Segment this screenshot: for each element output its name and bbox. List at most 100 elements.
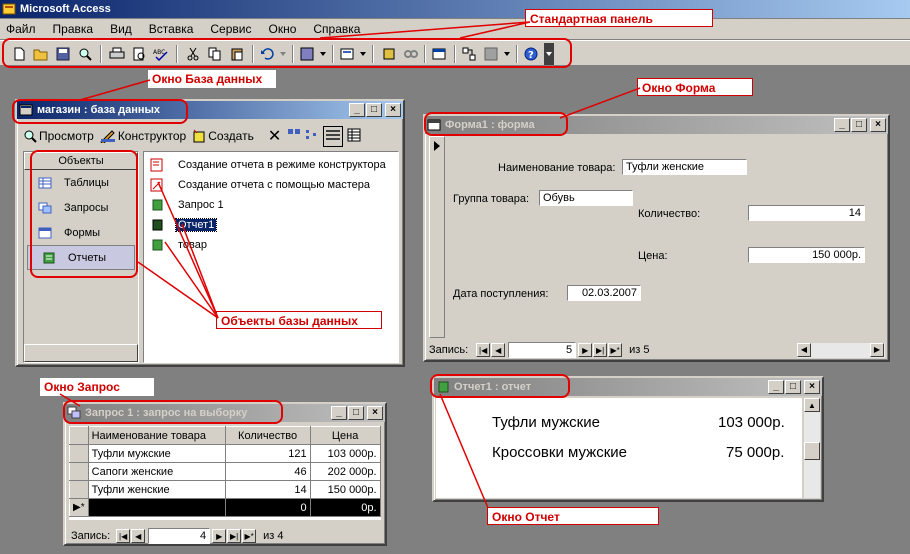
delete-icon[interactable]: ✕ <box>268 126 281 146</box>
table-cell[interactable]: 14 <box>224 480 311 499</box>
close-button[interactable]: × <box>870 118 886 132</box>
report-page: Туфли мужские 103 000р. Кроссовки мужски… <box>436 398 802 498</box>
list-item[interactable]: товар <box>150 235 392 255</box>
design-button[interactable]: Конструктор <box>100 129 186 143</box>
report-design-icon <box>150 158 163 172</box>
groups-bar[interactable] <box>24 344 138 362</box>
minimize-button[interactable]: _ <box>331 406 347 420</box>
scroll-right-icon[interactable]: ▶ <box>870 342 884 357</box>
name-field[interactable]: Туфли женские <box>622 159 747 175</box>
menu-insert[interactable]: Вставка <box>149 22 194 36</box>
small-icons-icon[interactable] <box>305 128 319 145</box>
row-selector[interactable] <box>69 462 89 481</box>
list-view-icon[interactable] <box>323 125 344 147</box>
maximize-button[interactable]: □ <box>851 118 867 132</box>
query-table: Наименование товара Количество Цена Туфл… <box>69 426 381 517</box>
table-cell[interactable] <box>87 498 226 517</box>
details-view-icon[interactable] <box>347 128 361 145</box>
table-cell[interactable]: 103 000р. <box>309 444 381 463</box>
item-label: Отчет1 <box>174 218 218 232</box>
new-record-button[interactable]: ▶* <box>608 343 623 357</box>
minimize-button[interactable]: _ <box>768 380 784 394</box>
prev-record-button[interactable]: ◀ <box>491 343 506 357</box>
query-title-highlight <box>63 400 283 424</box>
scroll-left-icon[interactable]: ◀ <box>797 342 811 357</box>
table-cell[interactable]: Туфли мужские <box>87 444 226 463</box>
table-row[interactable]: Сапоги женские 46 202 000р. <box>69 462 381 481</box>
view-button[interactable]: Просмотр <box>23 129 94 143</box>
column-header[interactable]: Количество <box>224 426 311 445</box>
group-field[interactable]: Обувь <box>539 190 633 206</box>
menu-window[interactable]: Окно <box>268 22 296 36</box>
table-cell[interactable]: 46 <box>224 462 311 481</box>
form-nav-bar: Запись: |◀ ◀ 5 ▶ ▶| ▶* из 5 ◀ ▶ <box>429 342 885 358</box>
minimize-button[interactable]: _ <box>834 118 850 132</box>
new-row[interactable]: ▶* 0 0р. <box>69 498 381 517</box>
vertical-scrollbar[interactable]: ▲ <box>804 398 820 498</box>
design-label: Конструктор <box>117 129 187 143</box>
nav-label: Запись: <box>429 344 469 356</box>
list-item[interactable]: Создание отчета с помощью мастера <box>150 175 392 195</box>
table-cell[interactable]: Сапоги женские <box>87 462 226 481</box>
menu-help[interactable]: Справка <box>313 22 360 36</box>
maximize-button[interactable]: □ <box>785 380 801 394</box>
list-item-selected[interactable]: Отчет1 <box>150 215 392 235</box>
first-record-button[interactable]: |◀ <box>116 529 131 543</box>
last-record-button[interactable]: ▶| <box>227 529 242 543</box>
corner-selector[interactable] <box>69 426 89 445</box>
menu-edit[interactable]: Правка <box>53 22 94 36</box>
report-wizard-icon <box>150 178 163 192</box>
table-cell[interactable]: 121 <box>224 444 311 463</box>
menu-tools[interactable]: Сервис <box>210 22 251 36</box>
menu-view[interactable]: Вид <box>110 22 132 36</box>
record-number-field[interactable]: 4 <box>148 528 211 544</box>
list-item[interactable]: Запрос 1 <box>150 195 392 215</box>
table-cell[interactable]: 0р. <box>309 498 381 517</box>
annotation-standard-panel: Стандартная панель <box>525 9 713 27</box>
create-button[interactable]: Создать <box>192 129 254 143</box>
close-button[interactable]: × <box>804 380 820 394</box>
list-item[interactable]: Создание отчета в режиме конструктора <box>150 155 392 175</box>
annotation-query-window: Окно Запрос <box>40 378 154 396</box>
table-cell[interactable]: 150 000р. <box>309 480 381 499</box>
large-icons-icon[interactable] <box>287 128 301 145</box>
scroll-up-icon[interactable]: ▲ <box>804 398 820 412</box>
app-title: Microsoft Access <box>20 3 111 15</box>
close-button[interactable]: × <box>367 406 383 420</box>
row-selector[interactable] <box>69 480 89 499</box>
table-row[interactable]: Туфли женские 14 150 000р. <box>69 480 381 499</box>
new-record-button[interactable]: ▶* <box>242 529 257 543</box>
db-window-title-highlight <box>12 99 188 124</box>
maximize-button[interactable]: □ <box>348 406 364 420</box>
qty-field[interactable]: 14 <box>748 205 865 221</box>
standard-panel-highlight <box>2 38 572 68</box>
scroll-thumb[interactable] <box>804 442 820 460</box>
maximize-button[interactable]: □ <box>366 103 382 117</box>
last-record-button[interactable]: ▶| <box>593 343 608 357</box>
column-header[interactable]: Цена <box>309 426 381 445</box>
item-label: товар <box>178 239 207 251</box>
record-number-field[interactable]: 5 <box>508 342 577 358</box>
report-icon <box>152 239 163 251</box>
menu-file[interactable]: Файл <box>6 22 36 36</box>
create-label: Создать <box>208 129 254 143</box>
record-selector[interactable] <box>429 136 445 338</box>
close-button[interactable]: × <box>385 103 401 117</box>
nav-total: из 4 <box>263 530 284 542</box>
table-cell[interactable]: 0 <box>224 498 311 517</box>
date-field[interactable]: 02.03.2007 <box>567 285 641 301</box>
first-record-button[interactable]: |◀ <box>476 343 491 357</box>
table-cell[interactable]: 202 000р. <box>309 462 381 481</box>
prev-record-button[interactable]: ◀ <box>131 529 146 543</box>
price-field[interactable]: 150 000р. <box>748 247 865 263</box>
table-row[interactable]: Туфли мужские 121 103 000р. <box>69 444 381 463</box>
minimize-button[interactable]: _ <box>349 103 365 117</box>
horizontal-scrollbar[interactable]: ◀ ▶ <box>797 342 885 358</box>
table-cell[interactable]: Туфли женские <box>87 480 226 499</box>
next-record-button[interactable]: ▶ <box>212 529 227 543</box>
row-selector[interactable] <box>69 444 89 463</box>
new-row-selector[interactable]: ▶* <box>69 498 89 517</box>
report-line-price: 103 000р. <box>718 414 785 431</box>
column-header[interactable]: Наименование товара <box>87 426 226 445</box>
next-record-button[interactable]: ▶ <box>578 343 593 357</box>
